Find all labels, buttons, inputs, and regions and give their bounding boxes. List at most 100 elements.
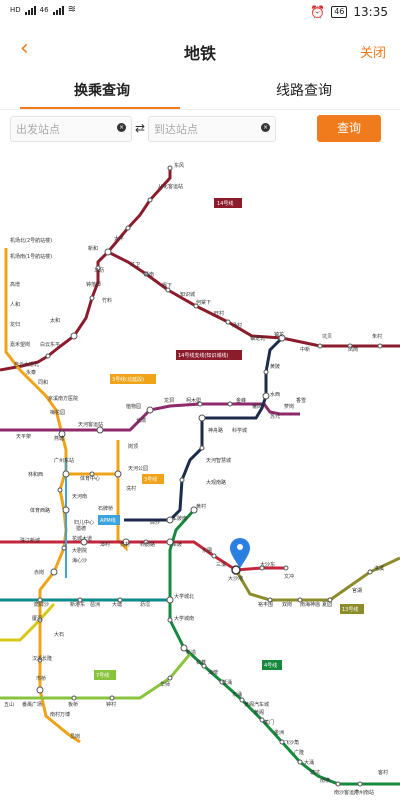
station-label[interactable]: 黄村 bbox=[196, 503, 206, 510]
station-label[interactable]: 旺村 bbox=[214, 310, 224, 317]
to-station-input[interactable]: 到达站点 × bbox=[148, 116, 276, 142]
station-label[interactable]: 柯木塱 bbox=[186, 397, 201, 404]
station-label[interactable]: 员岗 bbox=[70, 734, 80, 740]
station-label[interactable]: 金峰 bbox=[236, 397, 246, 404]
station-label[interactable]: 中新 bbox=[300, 346, 310, 353]
station-label[interactable]: 龙归 bbox=[10, 321, 20, 328]
station-label[interactable]: 华师 bbox=[160, 681, 170, 688]
station-label[interactable]: 苏元 bbox=[270, 413, 280, 420]
metro-map-svg[interactable]: 14号线 14号线支线(知识城线) 3号线(北延段) 3号线 APM线 7号线 … bbox=[0, 148, 400, 800]
station-label[interactable]: 南海神庙 bbox=[300, 601, 320, 608]
station-label[interactable]: 大塘 bbox=[112, 601, 122, 608]
station-label[interactable]: 林和西 bbox=[28, 471, 43, 478]
station-label[interactable]: 钟落潭 bbox=[86, 281, 101, 288]
query-button[interactable]: 查询 bbox=[317, 115, 381, 142]
station-label[interactable]: 大剧院 bbox=[72, 547, 87, 554]
station-label[interactable]: 黄阁汽车城 bbox=[244, 701, 269, 708]
station-label[interactable]: 东风 bbox=[174, 162, 184, 169]
station-label[interactable]: 飞沙角 bbox=[284, 739, 299, 746]
station-label[interactable]: 官湖 bbox=[352, 587, 362, 594]
station-label[interactable]: 新港东 bbox=[70, 601, 85, 608]
station-label[interactable]: 科学城 bbox=[232, 427, 247, 434]
station-label[interactable]: 长湍 bbox=[136, 417, 146, 424]
station-label[interactable]: 洛溪 bbox=[374, 565, 384, 572]
station-label[interactable]: 广州南站 bbox=[354, 789, 374, 796]
station-label[interactable]: 海心沙 bbox=[72, 557, 87, 564]
station-label[interactable]: 新南 bbox=[144, 271, 154, 278]
station-label[interactable]: 高增 bbox=[10, 281, 20, 288]
station-label[interactable]: 南横 bbox=[320, 777, 330, 784]
station-label[interactable]: 车陂南 bbox=[172, 515, 187, 522]
station-label[interactable]: 钟村 bbox=[106, 701, 116, 708]
station-label[interactable]: 蕉门 bbox=[264, 719, 274, 726]
tab-line-query[interactable]: 线路查询 bbox=[276, 80, 332, 100]
station-label[interactable]: 燕塘 bbox=[54, 435, 64, 442]
station-label[interactable]: 暹岗 bbox=[252, 404, 262, 410]
station-label[interactable]: 汉溪长隆 bbox=[32, 655, 52, 662]
station-label[interactable]: 天河智慧城 bbox=[206, 457, 231, 464]
station-label[interactable]: 花城大道 bbox=[72, 535, 92, 542]
station-label[interactable]: 坑贝 bbox=[322, 333, 332, 340]
tab-transfer-query[interactable]: 换乘查询 bbox=[74, 80, 130, 100]
station-label[interactable]: 沥滘 bbox=[140, 601, 150, 608]
station-label[interactable]: 大沙东 bbox=[260, 561, 275, 568]
station-label[interactable]: 磨碟沙 bbox=[34, 601, 49, 608]
station-label[interactable]: 潭村 bbox=[100, 541, 110, 548]
station-label[interactable]: 五山 bbox=[4, 701, 14, 708]
station-label[interactable]: 水西 bbox=[270, 391, 280, 398]
station-label[interactable]: 南村万博 bbox=[50, 711, 70, 718]
station-label[interactable]: 镇龙北 bbox=[250, 335, 265, 342]
station-label[interactable]: 竹料 bbox=[102, 297, 112, 304]
station-label[interactable]: 萝岗 bbox=[284, 403, 294, 410]
station-label[interactable]: 朱村 bbox=[372, 333, 382, 340]
station-label[interactable]: 京溪南方医院 bbox=[48, 395, 78, 402]
station-label[interactable]: 机场南(1号航站楼) bbox=[10, 253, 52, 260]
station-label[interactable]: 石牌桥 bbox=[98, 505, 113, 512]
station-label[interactable]: 何棠下 bbox=[196, 299, 211, 306]
station-label[interactable]: 赤岗 bbox=[34, 570, 44, 576]
station-label[interactable]: 番禺广场 bbox=[22, 701, 42, 708]
station-label[interactable]: 裕丰围 bbox=[258, 601, 273, 608]
close-button[interactable]: 关闭 bbox=[360, 42, 386, 61]
station-label[interactable]: 自云大道北 bbox=[14, 361, 39, 368]
station-label[interactable]: 永泰 bbox=[26, 369, 36, 376]
station-label[interactable]: 新和 bbox=[88, 245, 98, 252]
station-label[interactable]: 机场北(2号航站楼) bbox=[10, 237, 52, 244]
station-label[interactable]: 太平 bbox=[114, 235, 124, 242]
station-label[interactable]: 琶洲 bbox=[90, 602, 100, 608]
station-label[interactable]: 低涌 bbox=[222, 679, 232, 686]
station-label[interactable]: 天河南 bbox=[72, 493, 87, 500]
station-label[interactable]: 黄陂 bbox=[270, 363, 280, 370]
station-label[interactable]: 三溪 bbox=[216, 561, 226, 568]
metro-map[interactable]: 14号线 14号线支线(知识城线) 3号线(北延段) 3号线 APM线 7号线 … bbox=[0, 148, 400, 800]
station-label[interactable]: 大学城北 bbox=[174, 593, 194, 600]
station-label[interactable]: 体育西路 bbox=[30, 507, 50, 514]
clear-icon[interactable]: × bbox=[117, 123, 126, 132]
station-label[interactable]: 冼村 bbox=[126, 485, 136, 492]
from-station-input[interactable]: 出发站点 × bbox=[10, 116, 132, 142]
station-label[interactable]: 汤村 bbox=[232, 322, 242, 329]
station-label[interactable]: 体育中心 bbox=[80, 475, 100, 482]
swap-icon[interactable]: ⇄ bbox=[135, 121, 145, 135]
station-label[interactable]: 嘉禾望岗 bbox=[10, 341, 30, 348]
station-label[interactable]: 猎德 bbox=[76, 525, 86, 532]
station-label[interactable]: 新造 bbox=[186, 649, 196, 656]
station-label[interactable]: 大学城南 bbox=[174, 615, 194, 622]
station-label[interactable]: 板桥 bbox=[68, 701, 78, 708]
station-label[interactable]: 东圃 bbox=[202, 547, 212, 554]
station-label[interactable]: 天河客运站 bbox=[78, 421, 103, 428]
station-label[interactable]: 员村 bbox=[120, 541, 130, 548]
station-label[interactable]: 大观南路 bbox=[206, 479, 226, 486]
station-label[interactable]: 天平架 bbox=[16, 434, 31, 440]
station-label[interactable]: 市桥 bbox=[36, 675, 46, 682]
station-label[interactable]: 神舟路 bbox=[208, 427, 223, 434]
station-label[interactable]: 珠江新城 bbox=[20, 537, 40, 544]
station-label[interactable]: 厦滘 bbox=[32, 615, 42, 622]
station-label[interactable]: 东涌 bbox=[232, 691, 242, 698]
station-label[interactable]: 大石 bbox=[54, 631, 64, 638]
station-label[interactable]: 妇儿中心 bbox=[74, 519, 94, 526]
station-label[interactable]: 科韵路 bbox=[140, 541, 155, 548]
station-label[interactable]: 文冲 bbox=[284, 573, 294, 580]
station-label[interactable]: 知识城 bbox=[180, 291, 195, 298]
station-label[interactable]: 大涌 bbox=[304, 759, 314, 766]
